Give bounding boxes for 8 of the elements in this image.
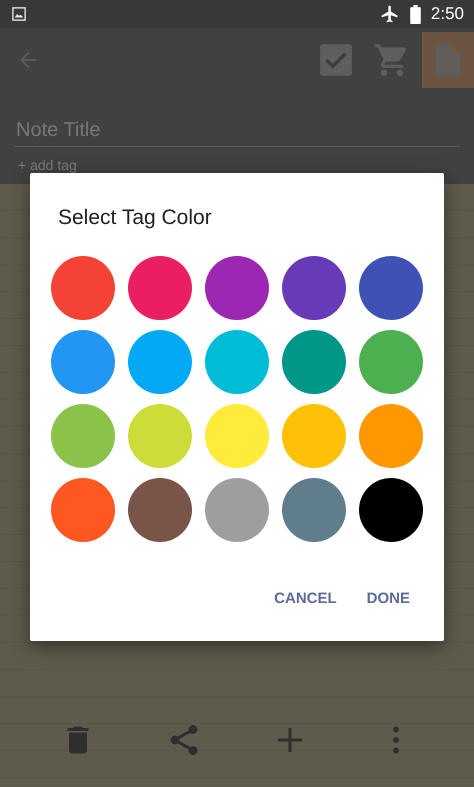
done-button[interactable]: DONE: [356, 582, 420, 615]
checkbox-icon: [317, 41, 355, 79]
clock-time: 2:50: [430, 4, 464, 24]
battery-icon: [410, 4, 421, 24]
airplane-icon: [380, 4, 400, 24]
image-icon: [12, 7, 26, 21]
dialog-title: Select Tag Color: [58, 206, 213, 230]
cancel-button[interactable]: CANCEL: [264, 582, 347, 615]
